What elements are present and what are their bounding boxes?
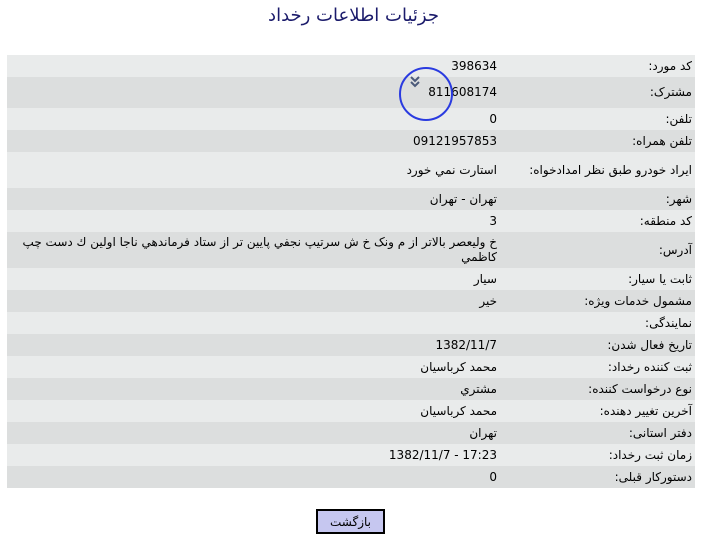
value-city: تهران - تهران (7, 188, 497, 210)
value-mobile: 09121957853 (7, 130, 497, 152)
label-special-services: مشمول خدمات ویژه: (497, 290, 695, 312)
row-phone: تلفن: 0 (7, 108, 695, 130)
label-fixed-mobile: ثابت یا سیار: (497, 268, 695, 290)
row-registration-time: زمان ثبت رخداد: 1382/11/7 - 17:23 (7, 444, 695, 466)
value-fixed-mobile: سيار (7, 268, 497, 290)
label-mobile: تلفن همراه: (497, 130, 695, 152)
value-last-modifier: محمد کرباسیان (7, 400, 497, 422)
value-special-services: خیر (7, 290, 497, 312)
label-address: آدرس: (497, 232, 695, 268)
row-requester-type: نوع درخواست کننده: مشتري (7, 378, 695, 400)
label-phone: تلفن: (497, 108, 695, 130)
double-chevron-down-icon[interactable] (408, 75, 422, 89)
back-button[interactable]: بازگشت (316, 509, 385, 534)
subscriber-id-link[interactable]: 811608174 (428, 85, 497, 100)
row-area-code: کد منطقه: 3 (7, 210, 695, 232)
label-previous-workorder: دستورکار قبلی: (497, 466, 695, 488)
label-case-code: کد مورد: (497, 55, 695, 77)
label-agency: نمایندگی: (497, 312, 695, 334)
label-provincial-office: دفتر استانی: (497, 422, 695, 444)
row-agency: نمایندگی: (7, 312, 695, 334)
row-provincial-office: دفتر استانی: تهران (7, 422, 695, 444)
value-registrar: محمد کرباسیان (7, 356, 497, 378)
value-subscriber: 811608174 (7, 75, 497, 108)
row-fault: ایراد خودرو طبق نظر امدادخواه: استارت نم… (7, 152, 695, 188)
value-phone: 0 (7, 108, 497, 130)
row-previous-workorder: دستورکار قبلی: 0 (7, 466, 695, 488)
row-fixed-mobile: ثابت یا سیار: سيار (7, 268, 695, 290)
label-registration-time: زمان ثبت رخداد: (497, 444, 695, 466)
label-activation-date: تاریخ فعال شدن: (497, 334, 695, 356)
row-address: آدرس: خ وليعصر بالاتر از م ونک خ ش سرتيپ… (7, 232, 695, 268)
label-fault: ایراد خودرو طبق نظر امدادخواه: (497, 152, 695, 188)
value-previous-workorder: 0 (7, 466, 497, 488)
value-requester-type: مشتري (7, 378, 497, 400)
value-case-code: 398634 (7, 55, 497, 77)
row-city: شهر: تهران - تهران (7, 188, 695, 210)
label-last-modifier: آخرین تغییر دهنده: (497, 400, 695, 422)
value-fault: استارت نمي خورد (7, 152, 497, 188)
label-area-code: کد منطقه: (497, 210, 695, 232)
value-area-code: 3 (7, 210, 497, 232)
page-title: جزئیات اطلاعات رخداد (268, 5, 439, 26)
row-subscriber: مشترک: 811608174 (7, 75, 695, 108)
details-table: کد مورد: 398634 مشترک: 811608174 تلفن: 0… (7, 55, 695, 488)
value-provincial-office: تهران (7, 422, 497, 444)
row-case-code: کد مورد: 398634 (7, 55, 695, 77)
value-registration-time: 1382/11/7 - 17:23 (7, 444, 497, 466)
label-city: شهر: (497, 188, 695, 210)
row-mobile: تلفن همراه: 09121957853 (7, 130, 695, 152)
row-activation-date: تاریخ فعال شدن: 1382/11/7 (7, 334, 695, 356)
row-last-modifier: آخرین تغییر دهنده: محمد کرباسیان (7, 400, 695, 422)
label-subscriber: مشترک: (497, 77, 695, 108)
value-activation-date: 1382/11/7 (7, 334, 497, 356)
value-agency (7, 312, 497, 334)
label-requester-type: نوع درخواست کننده: (497, 378, 695, 400)
row-special-services: مشمول خدمات ویژه: خیر (7, 290, 695, 312)
label-registrar: ثبت کننده رخداد: (497, 356, 695, 378)
row-registrar: ثبت کننده رخداد: محمد کرباسیان (7, 356, 695, 378)
value-address: خ وليعصر بالاتر از م ونک خ ش سرتيپ نجفي … (7, 232, 497, 268)
